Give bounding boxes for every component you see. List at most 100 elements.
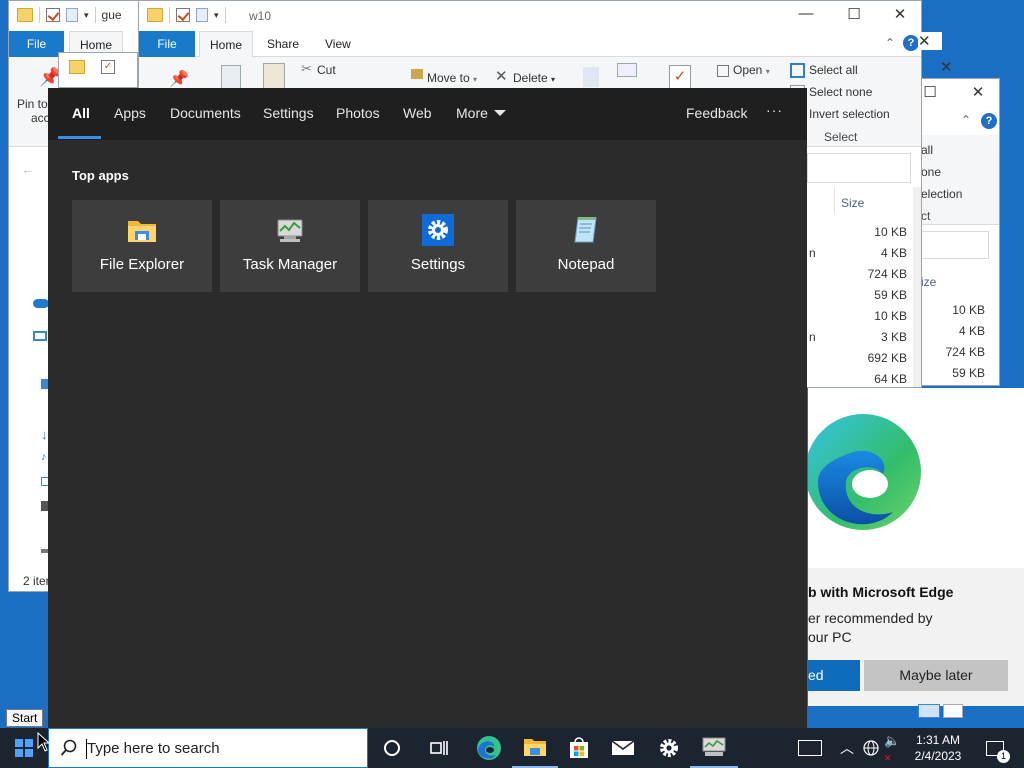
edge-hero (808, 388, 1024, 568)
taskbar-mail[interactable] (600, 728, 646, 768)
close-button[interactable]: ✕ (918, 32, 942, 50)
properties-icon[interactable] (176, 8, 190, 22)
help-icon[interactable]: ? (903, 35, 919, 51)
task-view-icon (430, 741, 448, 755)
easy-access-icon[interactable] (617, 63, 637, 77)
tab-settings[interactable]: Settings (263, 105, 314, 121)
start-tooltip: Start (6, 709, 44, 727)
tab-documents[interactable]: Documents (170, 105, 241, 121)
feedback-button[interactable]: Feedback (686, 105, 747, 121)
maybe-later-button[interactable]: Maybe later (864, 660, 1008, 691)
help-icon[interactable]: ? (981, 113, 997, 129)
tab-share[interactable]: Share (257, 31, 309, 57)
back-arrow-icon[interactable]: ← (21, 161, 35, 177)
pin-to-quick-access-button[interactable]: Pin to (17, 97, 48, 111)
details-view-icon[interactable] (918, 704, 940, 718)
open-button[interactable]: Open ▾ (733, 63, 770, 77)
edge-promo-line1: er recommended by (808, 610, 933, 626)
input-indicator[interactable] (790, 728, 830, 768)
tab-more[interactable]: More (456, 105, 506, 121)
ribbon-collapse-chevron-icon[interactable]: ⌃ (885, 36, 895, 50)
new-folder-icon[interactable] (196, 8, 208, 22)
onedrive-icon[interactable] (33, 299, 49, 308)
this-pc-icon[interactable] (33, 331, 47, 341)
close-button[interactable]: ✕ (940, 58, 964, 76)
explorer-window-stacked[interactable]: ✓ (58, 52, 138, 88)
new-folder-icon[interactable] (66, 8, 78, 22)
customize-toolbar-chevron-icon[interactable]: ▾ (84, 10, 89, 21)
properties-icon[interactable] (46, 8, 60, 22)
clock[interactable]: 1:31 AM 2/4/2023 (906, 728, 970, 768)
new-item-icon[interactable] (583, 67, 599, 87)
top-app-task-manager[interactable]: Task Manager (220, 200, 360, 292)
tab-all[interactable]: All (72, 105, 90, 121)
quick-access-toolbar[interactable]: ▾ gue (17, 7, 122, 23)
column-header-size[interactable]: ize (921, 275, 936, 289)
action-center-button[interactable]: 1 (980, 728, 1010, 768)
top-app-settings[interactable]: Settings (368, 200, 508, 292)
top-app-notepad[interactable]: Notepad (516, 200, 656, 292)
move-to-button[interactable]: Move to ▾ (427, 71, 477, 85)
folder-icon (147, 8, 163, 22)
tab-web[interactable]: Web (403, 105, 432, 121)
tab-view[interactable]: View (315, 31, 361, 57)
task-view-button[interactable] (416, 728, 462, 768)
file-size: 10 KB (952, 303, 985, 317)
downloads-icon[interactable]: ↓ (41, 427, 48, 442)
ribbon-collapse-chevron-icon[interactable]: ⌃ (961, 113, 971, 127)
column-header-size[interactable]: Size (841, 196, 864, 210)
title-bar: ▾ gue (9, 1, 147, 31)
open-icon[interactable] (717, 65, 729, 77)
taskbar-edge[interactable] (466, 728, 512, 768)
close-button[interactable]: ✕ (885, 5, 915, 23)
search-field[interactable] (807, 153, 911, 183)
customize-toolbar-chevron-icon[interactable]: ▾ (214, 10, 219, 21)
music-icon[interactable]: ♪ (41, 451, 47, 463)
invert-selection-button[interactable]: Invert selection (809, 107, 890, 121)
copy-icon[interactable] (221, 65, 241, 89)
move-to-icon[interactable] (411, 69, 423, 79)
cut-icon[interactable]: ✂ (301, 61, 312, 77)
quick-access-toolbar[interactable]: ▾ (147, 7, 226, 23)
settings-gear-icon (422, 214, 454, 246)
select-none-button[interactable]: Select none (809, 85, 872, 99)
invert-selection-button[interactable]: election (921, 187, 962, 201)
volume-button[interactable]: 🔈✕ (884, 728, 906, 768)
notepad-icon (574, 217, 597, 243)
taskbar-task-manager[interactable] (690, 728, 738, 768)
taskbar-search-box[interactable]: Type here to search (48, 728, 368, 768)
minimize-button[interactable]: — (791, 5, 821, 22)
more-options-icon[interactable]: ··· (766, 102, 783, 118)
large-icons-view-icon[interactable] (943, 704, 963, 718)
edge-promo-primary-button[interactable]: ed (808, 660, 860, 691)
tab-photos[interactable]: Photos (336, 105, 380, 121)
volume-muted-icon: 🔈✕ (884, 732, 901, 763)
vertical-scrollbar[interactable] (913, 187, 921, 387)
file-size: 64 KB (874, 372, 907, 386)
select-all-icon[interactable] (790, 63, 805, 78)
show-hidden-icons-button[interactable]: ︿ (836, 728, 858, 768)
select-all-button[interactable]: Select all (809, 63, 858, 77)
cortana-button[interactable] (370, 728, 414, 768)
tab-file[interactable]: File (139, 31, 195, 57)
keyboard-icon (798, 740, 822, 756)
network-button[interactable] (860, 728, 882, 768)
cut-button[interactable]: Cut (317, 63, 336, 77)
tab-home[interactable]: Home (199, 31, 254, 57)
delete-icon[interactable]: ✕ (495, 67, 508, 85)
top-app-file-explorer[interactable]: File Explorer (72, 200, 212, 292)
taskbar-file-explorer[interactable] (512, 728, 558, 768)
delete-button[interactable]: Delete ▾ (513, 71, 555, 85)
select-all-button[interactable]: all (921, 143, 933, 157)
select-none-button[interactable]: one (921, 165, 941, 179)
taskbar-settings[interactable] (646, 728, 692, 768)
pin-icon[interactable]: 📌 (169, 69, 189, 89)
tab-file[interactable]: File (9, 31, 64, 57)
tab-apps[interactable]: Apps (114, 105, 146, 121)
maximize-button[interactable]: ☐ (839, 5, 869, 23)
search-field[interactable] (921, 231, 989, 259)
paste-icon[interactable] (263, 63, 285, 91)
taskbar-microsoft-store[interactable] (556, 728, 602, 768)
properties-check-icon[interactable]: ✓ (669, 65, 691, 89)
close-button[interactable]: ✕ (963, 83, 993, 101)
